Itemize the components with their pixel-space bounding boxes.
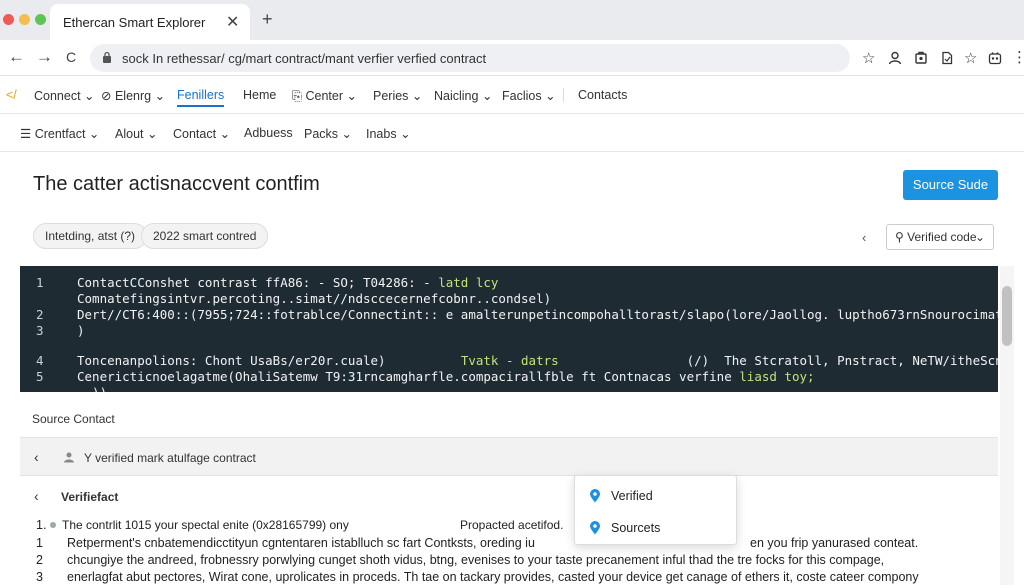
chevron-left-icon[interactable]: ‹ <box>34 488 39 504</box>
sub-nav-item-crentfact[interactable]: ☰ Crentfact ⌄ <box>20 126 99 141</box>
nav-item-peries[interactable]: Peries ⌄ <box>373 88 422 103</box>
scrollbar-thumb[interactable] <box>1002 286 1012 346</box>
back-button[interactable]: ← <box>8 47 25 67</box>
sub-nav-item-alout[interactable]: Alout ⌄ <box>115 126 157 141</box>
page-scrollbar[interactable] <box>1000 266 1014 585</box>
nav-item-heme[interactable]: Heme <box>243 88 276 102</box>
date-pill[interactable]: 2022 smart contred <box>141 223 269 249</box>
tab-title: Ethercan Smart Explorer <box>63 15 206 30</box>
energy-icon: ⊘ <box>101 89 112 103</box>
reload-button[interactable]: C <box>66 49 76 65</box>
nav-item-fenillers[interactable]: Fenillers <box>177 88 225 107</box>
nav-item-elenrg[interactable]: ⊘ Elenrg ⌄ <box>101 88 165 103</box>
section-title: Verifiefact <box>61 490 119 504</box>
chevron-down-icon: ⌄ <box>974 230 985 244</box>
location-pin-icon <box>590 521 600 535</box>
bookmark-icon[interactable]: ☆ <box>964 49 977 67</box>
address-bar[interactable]: sock In rethessar/ cg/mart contract/mant… <box>90 44 850 72</box>
menu-icon[interactable]: ⋮ <box>1012 48 1024 66</box>
bullet-icon <box>50 522 56 528</box>
site-navigation: </ Connect ⌄ ⊘ Elenrg ⌄ Fenillers Heme ⎘… <box>0 78 1024 114</box>
new-tab-button[interactable]: + <box>262 9 273 30</box>
location-pin-icon <box>590 489 600 503</box>
verified-row[interactable]: ‹ Y verified mark atulfage contract <box>20 438 998 476</box>
profile-icon[interactable] <box>888 51 902 65</box>
filter-popup-menu: Verified Sourcets <box>574 475 737 545</box>
nav-item-contacts[interactable]: Contacts <box>563 88 627 102</box>
close-window-button[interactable] <box>3 14 14 25</box>
maximize-window-button[interactable] <box>35 14 46 25</box>
popup-item-verified[interactable]: Verified <box>575 479 738 511</box>
forward-button[interactable]: → <box>36 47 53 67</box>
sub-navigation: ☰ Crentfact ⌄ Alout ⌄ Contact ⌄ Adbuess … <box>0 116 1024 152</box>
reader-icon[interactable] <box>940 51 954 65</box>
minimize-window-button[interactable] <box>19 14 30 25</box>
pin-icon: ⚲ <box>895 230 904 244</box>
browser-tab-bar: Ethercan Smart Explorer ✕ + <box>0 0 1024 40</box>
page-title: The catter actisnaccvent contfim <box>33 173 320 195</box>
verified-code-select[interactable]: ⚲ Verified code ⌄ <box>886 224 994 250</box>
popup-item-sources[interactable]: Sourcets <box>575 511 738 543</box>
user-icon <box>64 452 74 463</box>
sub-nav-item-adbuess[interactable]: Adbuess <box>244 126 293 140</box>
menu-lines-icon: ☰ <box>20 127 32 141</box>
chevron-left-icon[interactable]: ‹ <box>862 230 866 245</box>
tab-close-icon[interactable]: ✕ <box>226 12 239 32</box>
nav-item-naicling[interactable]: Naicling ⌄ <box>434 88 492 103</box>
nav-item-center[interactable]: ⎘ Center ⌄ <box>292 88 357 104</box>
sub-nav-item-contact[interactable]: Contact ⌄ <box>173 126 230 141</box>
sub-nav-item-inabs[interactable]: Inabs ⌄ <box>366 126 411 141</box>
panel-header: Source Contact <box>20 398 998 438</box>
sub-nav-item-packs[interactable]: Packs ⌄ <box>304 126 352 141</box>
nav-item-connect[interactable]: Connect ⌄ <box>34 88 95 103</box>
chevron-left-icon[interactable]: ‹ <box>34 449 39 465</box>
address-text: sock In rethessar/ cg/mart contract/mant… <box>122 51 487 66</box>
lock-icon <box>103 51 111 63</box>
document-icon: ⎘ <box>292 89 303 103</box>
nav-item-faclios[interactable]: Faclios ⌄ <box>502 88 556 103</box>
source-panel: Source Contact ‹ Y verified mark atulfag… <box>20 398 998 585</box>
source-code-button[interactable]: Source Sude <box>903 170 998 200</box>
address-toolbar: ← → C sock In rethessar/ cg/mart contrac… <box>0 40 1024 76</box>
brand-code-icon: </ <box>6 88 17 102</box>
status-pill[interactable]: Intetding, atst (?) <box>33 223 148 249</box>
browser-tab[interactable]: Ethercan Smart Explorer ✕ <box>50 4 250 40</box>
star-icon[interactable]: ☆ <box>862 49 875 67</box>
code-viewer[interactable]: 1 ContactCConshet contrast ffA86: - SO; T… <box>20 266 998 392</box>
extension-icon[interactable] <box>914 51 928 65</box>
puzzle-icon[interactable] <box>988 51 1002 65</box>
